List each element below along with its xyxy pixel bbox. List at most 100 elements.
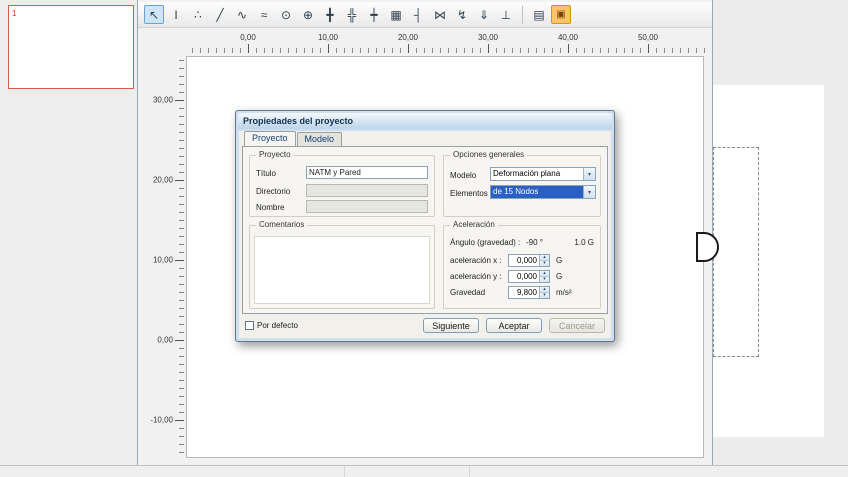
vertical-ruler: 30,00 20,00 10,00 0,00 -10,00 bbox=[138, 56, 186, 458]
angle-g-value: 1.0 G bbox=[574, 238, 594, 247]
v-ruler-label: 0,00 bbox=[157, 336, 173, 345]
connection-tool-icon[interactable]: ⋈ bbox=[430, 5, 450, 24]
tab-modelo[interactable]: Modelo bbox=[297, 132, 343, 146]
v-ruler-label: 10,00 bbox=[153, 256, 173, 265]
thumbnail-number: 1 bbox=[12, 9, 16, 18]
h-ruler-label: 40,00 bbox=[558, 33, 578, 42]
project-group: Proyecto Título NATM y Pared Directorio … bbox=[249, 155, 435, 217]
next-button[interactable]: Siguiente bbox=[423, 318, 479, 333]
h-ruler-label: 20,00 bbox=[398, 33, 418, 42]
interface-tool-icon[interactable]: ┤ bbox=[408, 5, 428, 24]
v-ruler-label: 30,00 bbox=[153, 96, 173, 105]
default-checkbox[interactable]: Por defecto bbox=[245, 321, 298, 330]
project-group-legend: Proyecto bbox=[256, 150, 294, 159]
h-ruler-ticks bbox=[186, 44, 706, 53]
accel-y-label: aceleración y : bbox=[450, 272, 502, 281]
dialog-tabs: Proyecto Modelo bbox=[244, 132, 343, 146]
project-properties-dialog: Propiedades del proyecto Proyecto Modelo… bbox=[235, 110, 615, 342]
polyline-tool-icon[interactable]: ∿ bbox=[232, 5, 252, 24]
accel-y-unit: G bbox=[556, 272, 562, 281]
acceleration-group: Aceleración Ángulo (gravedad) : -90 ° 1.… bbox=[443, 225, 601, 309]
elements-label: Elementos bbox=[450, 189, 488, 198]
default-checkbox-label: Por defecto bbox=[257, 321, 298, 330]
general-group-legend: Opciones generales bbox=[450, 150, 527, 159]
cancel-button: Cancelar bbox=[549, 318, 605, 333]
h-ruler-label: 50,00 bbox=[638, 33, 658, 42]
checkbox-icon[interactable] bbox=[245, 321, 254, 330]
model-dropdown[interactable]: Deformación plana ▾ bbox=[490, 167, 596, 181]
status-cell bbox=[345, 466, 470, 477]
calculate-icon[interactable]: ▣ bbox=[551, 5, 571, 24]
page-thumbnail[interactable]: 1 bbox=[8, 5, 134, 89]
acceleration-group-legend: Aceleración bbox=[450, 220, 498, 229]
tab-proyecto[interactable]: Proyecto bbox=[244, 131, 296, 146]
status-bar bbox=[0, 465, 848, 477]
table-view-icon[interactable]: ▤ bbox=[529, 5, 549, 24]
status-cell bbox=[0, 466, 345, 477]
directory-input bbox=[306, 184, 428, 197]
spring-tool-icon[interactable]: ≈ bbox=[254, 5, 274, 24]
h-ruler-label: 10,00 bbox=[318, 33, 338, 42]
load-a-tool-icon[interactable]: ↯ bbox=[452, 5, 472, 24]
comments-group-legend: Comentarios bbox=[256, 220, 307, 229]
dialog-titlebar[interactable]: Propiedades del proyecto bbox=[238, 113, 612, 129]
spin-down-icon[interactable]: ▾ bbox=[540, 260, 549, 266]
load-b-tool-icon[interactable]: ⇓ bbox=[474, 5, 494, 24]
move-tool-icon[interactable]: ╋ bbox=[320, 5, 340, 24]
fixity-tool-icon[interactable]: ⊥ bbox=[496, 5, 516, 24]
accel-y-value: 0,000 bbox=[509, 271, 539, 282]
chevron-down-icon[interactable]: ▾ bbox=[583, 168, 595, 180]
spin-down-icon[interactable]: ▾ bbox=[540, 276, 549, 282]
angle-value: -90 ° bbox=[526, 238, 543, 247]
accel-x-spinner[interactable]: 0,000 ▴▾ bbox=[508, 254, 550, 267]
comments-group: Comentarios bbox=[249, 225, 435, 309]
title-label: Título bbox=[256, 169, 276, 178]
node-anchor-tool-icon[interactable]: ╬ bbox=[342, 5, 362, 24]
comments-textarea[interactable] bbox=[254, 236, 430, 304]
text-tool-icon[interactable]: I bbox=[166, 5, 186, 24]
v-ruler-label: -10,00 bbox=[150, 416, 173, 425]
general-options-group: Opciones generales Modelo Deformación pl… bbox=[443, 155, 601, 217]
gravity-unit: m/s² bbox=[556, 288, 572, 297]
dialog-client: Proyecto Modelo Proyecto Título NATM y P… bbox=[239, 131, 611, 338]
select-tool-icon[interactable]: ↖ bbox=[144, 5, 164, 24]
h-ruler-label: 0,00 bbox=[240, 33, 256, 42]
application-screen: 1 ↖ I ∴ ╱ ∿ ≈ ⊙ ⊕ ╋ ╬ ┿ ▦ ┤ ⋈ ↯ ⇓ ⊥ ▤ ▣ … bbox=[0, 0, 848, 477]
accel-y-spinner[interactable]: 0,000 ▴▾ bbox=[508, 270, 550, 283]
elements-dropdown[interactable]: de 15 Nodos ▾ bbox=[490, 185, 596, 199]
dialog-bottom-bar: Por defecto Siguiente Aceptar Cancelar bbox=[239, 318, 611, 334]
elements-value: de 15 Nodos bbox=[491, 186, 583, 198]
geogrid-tool-icon[interactable]: ⊕ bbox=[298, 5, 318, 24]
accel-x-value: 0,000 bbox=[509, 255, 539, 266]
horizontal-ruler: 0,00 10,00 20,00 30,00 40,00 50,00 bbox=[186, 31, 706, 56]
angle-label: Ángulo (gravedad) : bbox=[450, 238, 520, 247]
model-value: Deformación plana bbox=[491, 168, 583, 180]
fixed-anchor-tool-icon[interactable]: ┿ bbox=[364, 5, 384, 24]
directory-label: Directorio bbox=[256, 187, 290, 196]
title-input[interactable]: NATM y Pared bbox=[306, 166, 428, 179]
selection-marquee bbox=[713, 147, 759, 357]
dialog-title: Propiedades del proyecto bbox=[243, 116, 353, 126]
toolbar-separator bbox=[522, 6, 523, 24]
status-cell bbox=[470, 466, 848, 477]
model-label: Modelo bbox=[450, 171, 476, 180]
spin-down-icon[interactable]: ▾ bbox=[540, 292, 549, 298]
v-ruler-ticks bbox=[175, 56, 184, 458]
rotate-tool-icon[interactable]: ⊙ bbox=[276, 5, 296, 24]
thumbnail-panel: 1 bbox=[0, 0, 137, 465]
tab-panel: Proyecto Título NATM y Pared Directorio … bbox=[242, 146, 608, 314]
plate-tool-icon[interactable]: ▦ bbox=[386, 5, 406, 24]
line-tool-icon[interactable]: ╱ bbox=[210, 5, 230, 24]
name-label: Nombre bbox=[256, 203, 284, 212]
h-ruler-label: 30,00 bbox=[478, 33, 498, 42]
v-ruler-label: 20,00 bbox=[153, 176, 173, 185]
chevron-down-icon[interactable]: ▾ bbox=[583, 186, 595, 198]
ok-button[interactable]: Aceptar bbox=[486, 318, 542, 333]
gravity-spinner[interactable]: 9,800 ▴▾ bbox=[508, 286, 550, 299]
dialog-buttons: Siguiente Aceptar Cancelar bbox=[423, 318, 605, 333]
gravity-value: 9,800 bbox=[509, 287, 539, 298]
point-tool-icon[interactable]: ∴ bbox=[188, 5, 208, 24]
accel-x-label: aceleración x : bbox=[450, 256, 502, 265]
toolbar: ↖ I ∴ ╱ ∿ ≈ ⊙ ⊕ ╋ ╬ ┿ ▦ ┤ ⋈ ↯ ⇓ ⊥ ▤ ▣ bbox=[138, 2, 712, 28]
accel-x-unit: G bbox=[556, 256, 562, 265]
